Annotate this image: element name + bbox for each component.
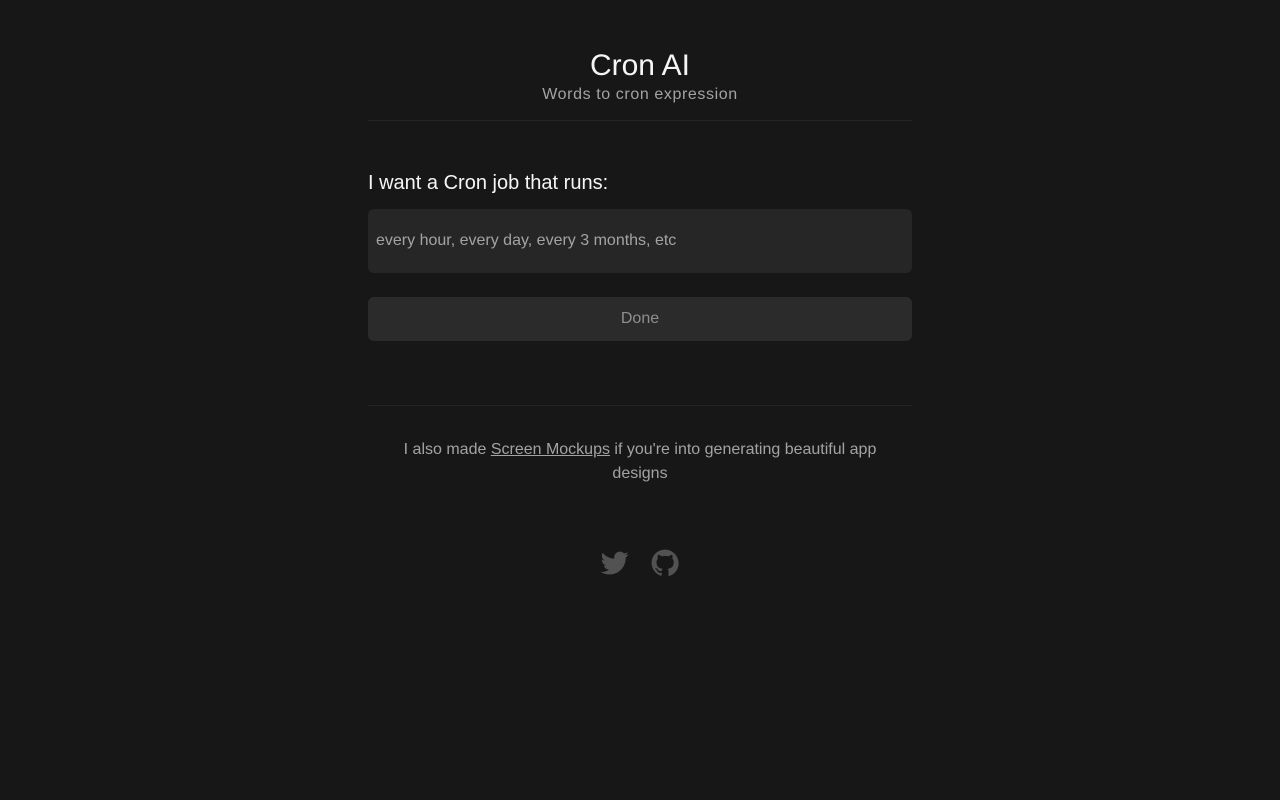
done-button[interactable]: Done xyxy=(368,297,912,341)
footer-divider xyxy=(368,405,912,406)
twitter-link[interactable] xyxy=(601,549,629,577)
promo-prefix: I also made xyxy=(403,441,491,458)
app-subtitle: Words to cron expression xyxy=(542,86,738,103)
social-links xyxy=(368,549,912,577)
prompt-label: I want a Cron job that runs: xyxy=(368,172,609,194)
app-title: Cron AI xyxy=(589,49,691,82)
twitter-icon xyxy=(601,551,629,575)
main-container: Cron AI Words to cron expression I want … xyxy=(368,0,912,576)
github-icon xyxy=(651,549,679,576)
github-link[interactable] xyxy=(651,549,679,577)
promo-text: I also made Screen Mockups if you're int… xyxy=(368,438,912,486)
schedule-input[interactable] xyxy=(368,209,912,273)
promo-suffix: if you're into generating beautiful app … xyxy=(609,441,877,482)
app-header: Cron AI Words to cron expression xyxy=(368,0,912,121)
page: Cron AI Words to cron expression I want … xyxy=(0,0,1280,800)
screen-mockups-link[interactable]: Screen Mockups xyxy=(491,441,610,458)
